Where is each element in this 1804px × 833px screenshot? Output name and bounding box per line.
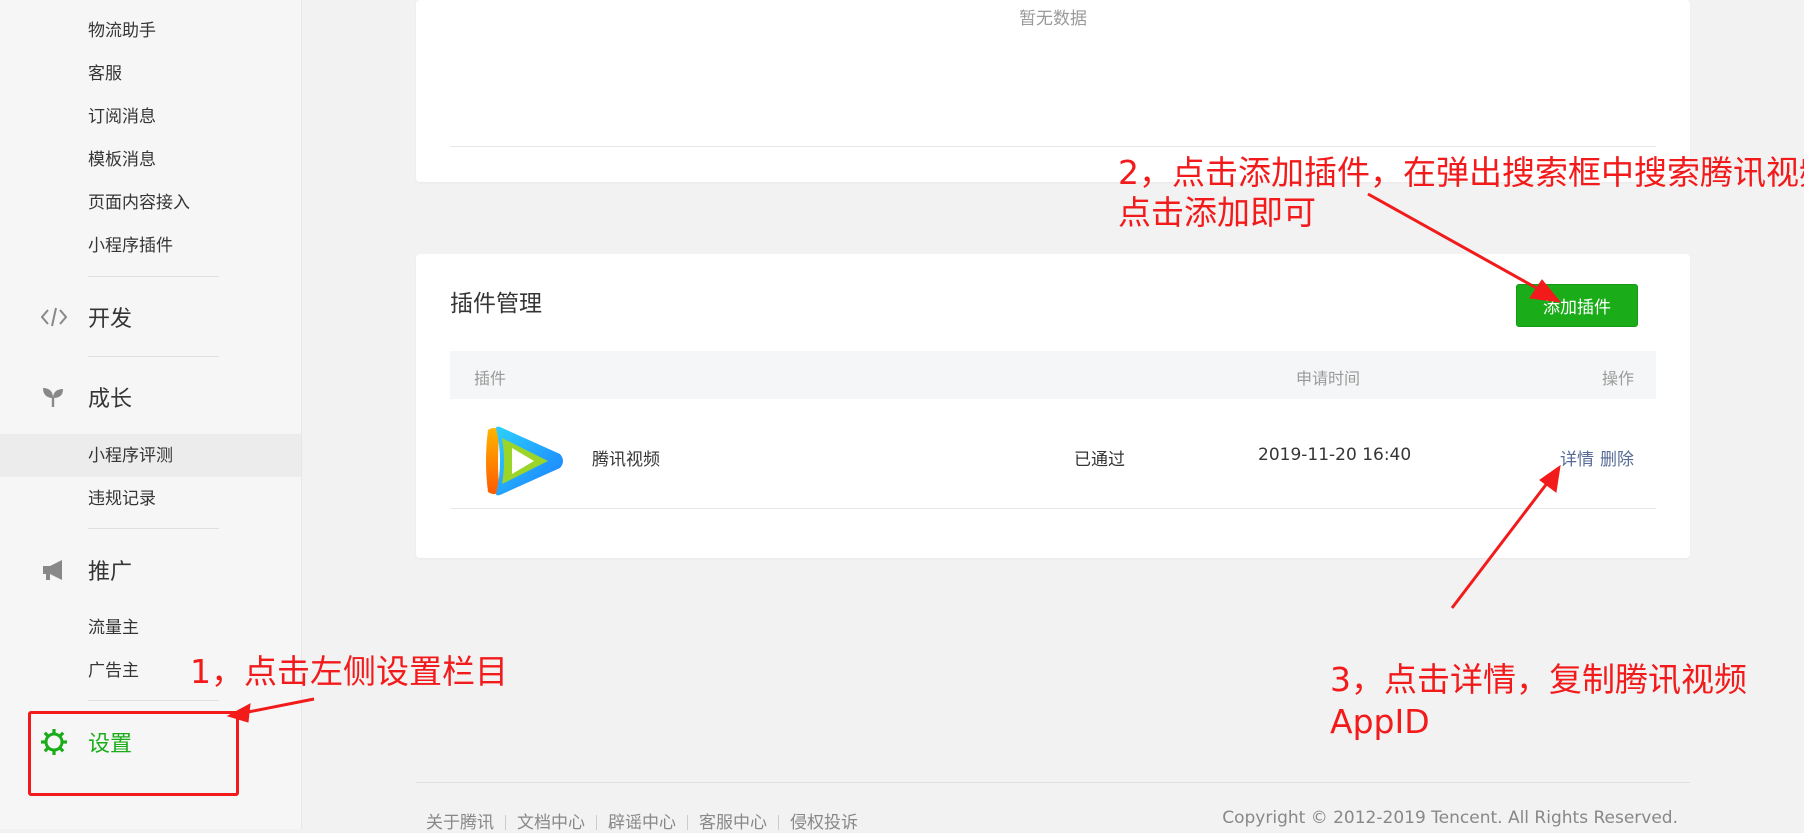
copyright-text: Copyright © 2012-2019 Tencent. All Right… [1222, 808, 1678, 828]
footer-divider [416, 782, 1690, 783]
footer-separator [505, 815, 506, 830]
column-header-actions: 操作 [1601, 369, 1634, 388]
sidebar-category-dev-label: 开发 [88, 307, 133, 332]
footer-separator [687, 815, 688, 830]
sidebar-item-customer-service[interactable]: 客服 [88, 63, 122, 85]
table-header: 插件 申请时间 操作 [450, 351, 1656, 399]
sidebar-category-dev[interactable]: 开发 [40, 302, 132, 332]
footer-link-rumor[interactable]: 辟谣中心 [608, 813, 676, 833]
sprout-icon [40, 382, 72, 412]
sidebar-item-mini-plugin[interactable]: 小程序插件 [88, 235, 173, 257]
sidebar-item-page-content[interactable]: 页面内容接入 [88, 192, 190, 214]
plugin-status: 已通过 [1074, 450, 1125, 470]
footer-separator [596, 815, 597, 830]
card-divider [450, 146, 1656, 147]
footer-link-support[interactable]: 客服中心 [699, 813, 767, 833]
annotation-step1: 1，点击左侧设置栏目 [190, 652, 508, 691]
sidebar-item-traffic-owner[interactable]: 流量主 [88, 617, 139, 639]
annotation-step2-line2: 点击添加即可 [1118, 193, 1316, 232]
plugin-name: 腾讯视频 [592, 450, 660, 470]
annotation-step3-line1: 3，点击详情，复制腾讯视频 [1330, 660, 1747, 699]
footer-link-complaint[interactable]: 侵权投诉 [790, 813, 858, 833]
code-icon [40, 302, 72, 332]
annotation-highlight-box [28, 711, 239, 796]
table-row: 腾讯视频 已通过 2019-11-20 16:40 详情 删除 [450, 399, 1656, 509]
sidebar-item-logistics[interactable]: 物流助手 [88, 20, 156, 42]
row-divider [450, 508, 1656, 509]
add-plugin-button[interactable]: 添加插件 [1516, 284, 1638, 327]
sidebar-item-template-message[interactable]: 模板消息 [88, 149, 156, 171]
sidebar: 物流助手 客服 订阅消息 模板消息 页面内容接入 小程序插件 开发 成长 小程序… [0, 0, 302, 829]
column-header-plugin: 插件 [474, 369, 507, 388]
sidebar-category-promotion[interactable]: 推广 [40, 555, 132, 585]
footer-link-docs[interactable]: 文档中心 [517, 813, 585, 833]
footer-link-about[interactable]: 关于腾讯 [426, 813, 494, 833]
plugin-management-card: 插件管理 添加插件 插件 申请时间 操作 腾讯视频 已通过 2019-11-20… [416, 254, 1690, 558]
empty-state-text: 暂无数据 [1019, 9, 1087, 29]
page-title: 插件管理 [450, 291, 542, 317]
sidebar-category-promotion-label: 推广 [88, 560, 133, 585]
sidebar-divider [88, 356, 219, 357]
sidebar-item-evaluation[interactable]: 小程序评测 [88, 445, 173, 467]
tencent-video-logo [482, 424, 566, 498]
megaphone-icon [40, 555, 72, 585]
sidebar-item-subscribe-message[interactable]: 订阅消息 [88, 106, 156, 128]
sidebar-item-advertiser[interactable]: 广告主 [88, 660, 139, 682]
sidebar-divider [88, 276, 219, 277]
column-header-apply-time: 申请时间 [1296, 369, 1361, 388]
plugin-delete-link[interactable]: 删除 [1600, 450, 1634, 470]
plugin-apply-time: 2019-11-20 16:40 [1258, 445, 1412, 465]
plugin-detail-link[interactable]: 详情 [1560, 450, 1594, 470]
sidebar-divider [88, 528, 219, 529]
sidebar-divider [88, 700, 219, 701]
footer-separator [778, 815, 779, 830]
sidebar-item-violation-record[interactable]: 违规记录 [88, 488, 156, 510]
sidebar-category-growth-label: 成长 [88, 387, 133, 412]
plugin-actions: 详情 删除 [1554, 445, 1634, 470]
annotation-step3-line2: AppID [1330, 702, 1430, 741]
sidebar-category-growth[interactable]: 成长 [40, 382, 132, 412]
footer-links: 关于腾讯 文档中心 辟谣中心 客服中心 侵权投诉 [426, 808, 858, 833]
annotation-step2-line1: 2，点击添加插件，在弹出搜索框中搜索腾讯视频 [1118, 153, 1804, 192]
